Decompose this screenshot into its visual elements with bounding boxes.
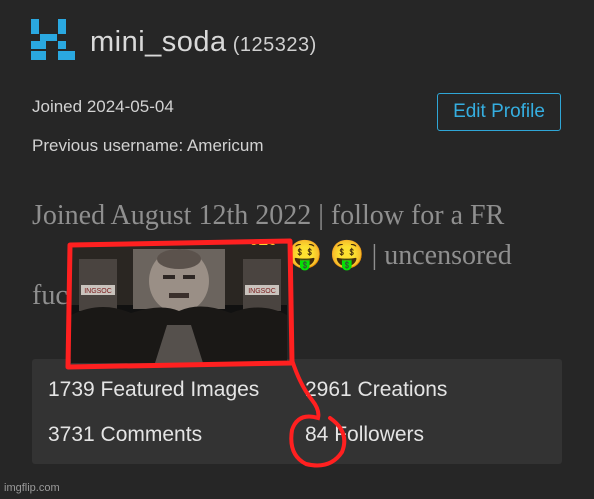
featured-images-link[interactable]: 1739 Featured Images bbox=[48, 378, 259, 402]
bio-text: Joined August 12th 2022 | follow for a F… bbox=[32, 200, 505, 231]
imgflip-logo-icon[interactable] bbox=[31, 19, 75, 61]
money-mouth-face-icon: 🤑 bbox=[287, 240, 323, 271]
big-brother-screen-image: INGSOC INGSOC bbox=[71, 245, 287, 363]
bio-line3-head: fuc bbox=[32, 280, 68, 311]
previous-username: Previous username: Americum bbox=[32, 136, 264, 155]
points-count: (125323) bbox=[232, 34, 317, 56]
ingsoc-sign-right: INGSOC bbox=[248, 288, 276, 295]
bio-line2-tail: | uncensored bbox=[371, 240, 512, 271]
username-text: mini_soda bbox=[90, 26, 227, 58]
stats-panel: 1739 Featured Images 2961 Creations 3731… bbox=[32, 359, 562, 464]
followers-link[interactable]: 84 Followers bbox=[305, 423, 424, 447]
ingsoc-sign-left: INGSOC bbox=[84, 288, 112, 295]
comments-link[interactable]: 3731 Comments bbox=[48, 423, 202, 447]
imgflip-watermark: imgflip.com bbox=[4, 482, 60, 494]
edit-profile-button[interactable]: Edit Profile bbox=[437, 93, 561, 131]
username-heading: mini_soda (125323) bbox=[90, 26, 317, 59]
creations-link[interactable]: 2961 Creations bbox=[305, 378, 447, 402]
money-mouth-face-icon: 🤑 bbox=[329, 240, 365, 271]
joined-date: Joined 2024-05-04 bbox=[32, 97, 174, 116]
